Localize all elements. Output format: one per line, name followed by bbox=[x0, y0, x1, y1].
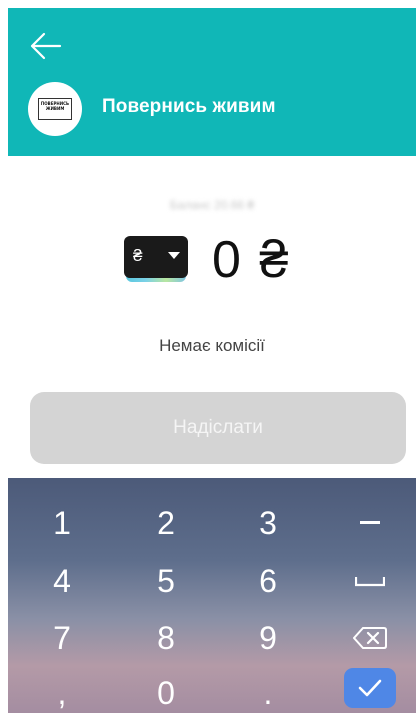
key-2[interactable]: 2 bbox=[126, 498, 206, 548]
amount-value: 0 bbox=[212, 231, 243, 289]
balance-text: Баланс 20.66 ₴ bbox=[169, 198, 255, 212]
app-window: ПОВЕРНИСЬ ЖИВИМ Повернись живим Баланс 2… bbox=[8, 8, 416, 713]
key-3[interactable]: 3 bbox=[228, 498, 308, 548]
key-8[interactable]: 8 bbox=[126, 613, 206, 663]
space-key[interactable] bbox=[330, 556, 410, 606]
page-title: Повернись живим bbox=[102, 96, 276, 117]
numeric-keypad: 1 2 3 4 5 6 7 8 9 , 0 . bbox=[8, 478, 416, 713]
backspace-icon[interactable] bbox=[330, 613, 410, 663]
send-button[interactable]: Надіслати bbox=[30, 392, 406, 464]
logo-mark: ПОВЕРНИСЬ ЖИВИМ bbox=[38, 98, 72, 120]
fee-text: Немає комісії bbox=[159, 336, 265, 355]
key-9[interactable]: 9 bbox=[228, 613, 308, 663]
confirm-checkmark-icon[interactable] bbox=[344, 668, 396, 708]
amount-currency: ₴ bbox=[259, 231, 291, 289]
key-6[interactable]: 6 bbox=[228, 556, 308, 606]
payment-form: Баланс 20.66 ₴ ₴ 0 ₴ Немає комісії Надіс… bbox=[8, 156, 416, 478]
dropdown-caret-icon bbox=[168, 252, 180, 259]
hryvnia-icon: ₴ bbox=[133, 246, 143, 265]
key-4[interactable]: 4 bbox=[22, 556, 102, 606]
key-7[interactable]: 7 bbox=[22, 613, 102, 663]
key-5[interactable]: 5 bbox=[126, 556, 206, 606]
header: ПОВЕРНИСЬ ЖИВИМ Повернись живим bbox=[8, 8, 416, 156]
key-0[interactable]: 0 bbox=[126, 668, 206, 713]
amount-display: 0 ₴ bbox=[212, 230, 290, 290]
currency-selector[interactable]: ₴ bbox=[124, 236, 188, 284]
fund-logo: ПОВЕРНИСЬ ЖИВИМ bbox=[28, 82, 82, 136]
logo-line-2: ЖИВИМ bbox=[45, 106, 65, 111]
key-dot[interactable]: . bbox=[228, 668, 308, 713]
currency-box: ₴ bbox=[124, 236, 188, 278]
key-comma[interactable]: , bbox=[22, 668, 102, 713]
key-1[interactable]: 1 bbox=[22, 498, 102, 548]
back-arrow-icon[interactable] bbox=[28, 28, 64, 64]
key-minus[interactable] bbox=[330, 498, 410, 548]
